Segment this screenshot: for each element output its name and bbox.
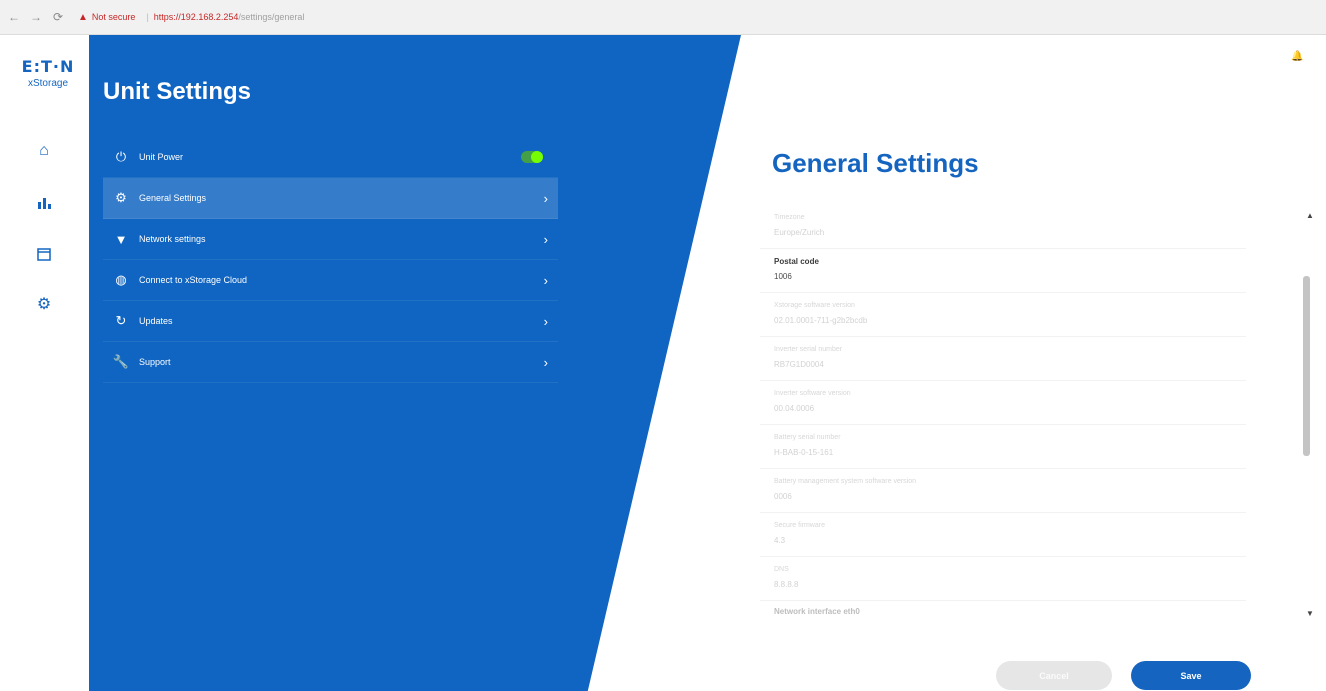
warning-icon: ▲ [78, 11, 88, 23]
field-value: 02.01.0001-711-g2b2bcdb [774, 316, 868, 325]
eaton-logo: E:T·N xStorage [18, 57, 78, 89]
save-button[interactable]: Save [1131, 661, 1251, 690]
field-inverter-serial-number[interactable]: Inverter serial number RB7G1D0004 [760, 337, 1246, 381]
scroll-down-arrow-icon[interactable]: ▼ [1306, 609, 1314, 618]
field-xstorage-software-version[interactable]: Xstorage software version 02.01.0001-711… [760, 293, 1246, 337]
field-timezone[interactable]: Timezone Europe/Zurich [760, 205, 1246, 249]
field-value: 8.8.8.8 [774, 580, 799, 589]
field-value: RB7G1D0004 [774, 360, 824, 369]
menu-item-label: Network settings [139, 234, 206, 244]
wrench-icon: 🔧 [112, 354, 130, 369]
url-scheme: https:// [153, 12, 181, 22]
menu-item-label: Unit Power [139, 152, 184, 162]
not-secure-label: Not secure [91, 12, 136, 22]
general-settings-fields: Timezone Europe/Zurich Postal code 1006 … [760, 205, 1246, 632]
home-icon[interactable]: ⌂ [30, 139, 58, 163]
menu-item-label: Connect to xStorage Cloud [139, 275, 248, 285]
globe-icon: ◍ [115, 272, 127, 287]
field-value: Europe/Zurich [774, 228, 825, 237]
unit-settings-title: Unit Settings [103, 78, 251, 105]
field-label: Postal code [774, 257, 819, 266]
field-label: Battery management system software versi… [774, 478, 917, 485]
address-separator: | [146, 12, 149, 22]
field-inverter-software-version[interactable]: Inverter software version 00.04.0006 [760, 381, 1246, 425]
field-label: Network interface eth0 [774, 607, 860, 616]
gear-icon: ⚙ [115, 190, 127, 205]
field-dns[interactable]: DNS 8.8.8.8 [760, 557, 1246, 601]
field-value: 4.3 [774, 536, 786, 545]
scroll-up-arrow-icon[interactable]: ▲ [1306, 211, 1314, 220]
calendar-icon[interactable] [30, 242, 58, 266]
refresh-icon: ↻ [115, 313, 127, 328]
url-host: 192.168.2.254 [180, 12, 239, 22]
wifi-icon: ▼ [114, 231, 128, 247]
reload-icon[interactable]: ⟳ [50, 10, 66, 24]
field-label: Timezone [774, 214, 805, 221]
field-value: 0006 [774, 492, 792, 501]
menu-item-support[interactable]: 🔧 Support › [103, 342, 558, 383]
toggle-knob [531, 151, 543, 163]
field-value [774, 619, 1246, 632]
field-label: Inverter serial number [774, 346, 843, 353]
logo-wordmark: E:T·N [21, 57, 75, 76]
field-label: Inverter software version [774, 390, 851, 397]
logo-subtitle: xStorage [27, 78, 69, 89]
field-value: 00.04.0006 [774, 404, 815, 413]
menu-item-xstorage-cloud[interactable]: ◍ Connect to xStorage Cloud › [103, 260, 558, 301]
bell-icon[interactable]: 🔔 [1291, 51, 1303, 63]
field-postal-code[interactable]: Postal code 1006 [760, 249, 1246, 293]
field-label: Battery serial number [774, 434, 841, 441]
field-value: H-BAB-0-15-161 [774, 448, 834, 457]
address-bar[interactable]: ▲ Not secure | https:// 192.168.2.254 /s… [78, 12, 304, 23]
field-battery-serial-number[interactable]: Battery serial number H-BAB-0-15-161 [760, 425, 1246, 469]
field-secure-firmware[interactable]: Secure firmware 4.3 [760, 513, 1246, 557]
chevron-right-icon: › [543, 354, 548, 370]
field-network-interface[interactable]: Network interface eth0 [760, 601, 1246, 632]
chevron-right-icon: › [543, 272, 548, 288]
menu-item-label: General Settings [139, 193, 207, 203]
gear-icon[interactable]: ⚙ [30, 292, 58, 316]
settings-menu: ⏻ Unit Power ⚙ General Settings › ▼ Netw… [103, 137, 558, 383]
left-nav: E:T·N xStorage ⌂ ⚙ [0, 35, 89, 691]
forward-arrow-icon[interactable]: → [28, 10, 44, 24]
menu-item-network-settings[interactable]: ▼ Network settings › [103, 219, 558, 260]
chevron-right-icon: › [543, 190, 548, 206]
url-path: /settings/general [238, 12, 305, 22]
general-settings-title: General Settings [772, 148, 979, 178]
menu-item-unit-power[interactable]: ⏻ Unit Power [103, 137, 558, 178]
browser-toolbar: ← → ⟳ ▲ Not secure | https:// 192.168.2.… [0, 0, 1326, 35]
unit-power-toggle[interactable] [521, 151, 543, 163]
field-label: Xstorage software version [774, 302, 855, 309]
field-label: Secure firmware [774, 522, 825, 529]
menu-item-updates[interactable]: ↻ Updates › [103, 301, 558, 342]
bar-chart-icon[interactable] [30, 191, 58, 215]
menu-item-label: Support [139, 357, 171, 367]
field-label: DNS [774, 566, 789, 573]
menu-item-label: Updates [139, 316, 173, 326]
power-icon: ⏻ [115, 149, 127, 164]
chevron-right-icon: › [543, 231, 548, 247]
field-value: 1006 [774, 272, 792, 281]
scrollbar-thumb[interactable] [1303, 276, 1310, 456]
back-arrow-icon[interactable]: ← [6, 10, 22, 24]
cancel-button[interactable]: Cancel [996, 661, 1112, 690]
menu-item-general-settings[interactable]: ⚙ General Settings › [103, 178, 558, 219]
chevron-right-icon: › [543, 313, 548, 329]
field-bms-software-version[interactable]: Battery management system software versi… [760, 469, 1246, 513]
